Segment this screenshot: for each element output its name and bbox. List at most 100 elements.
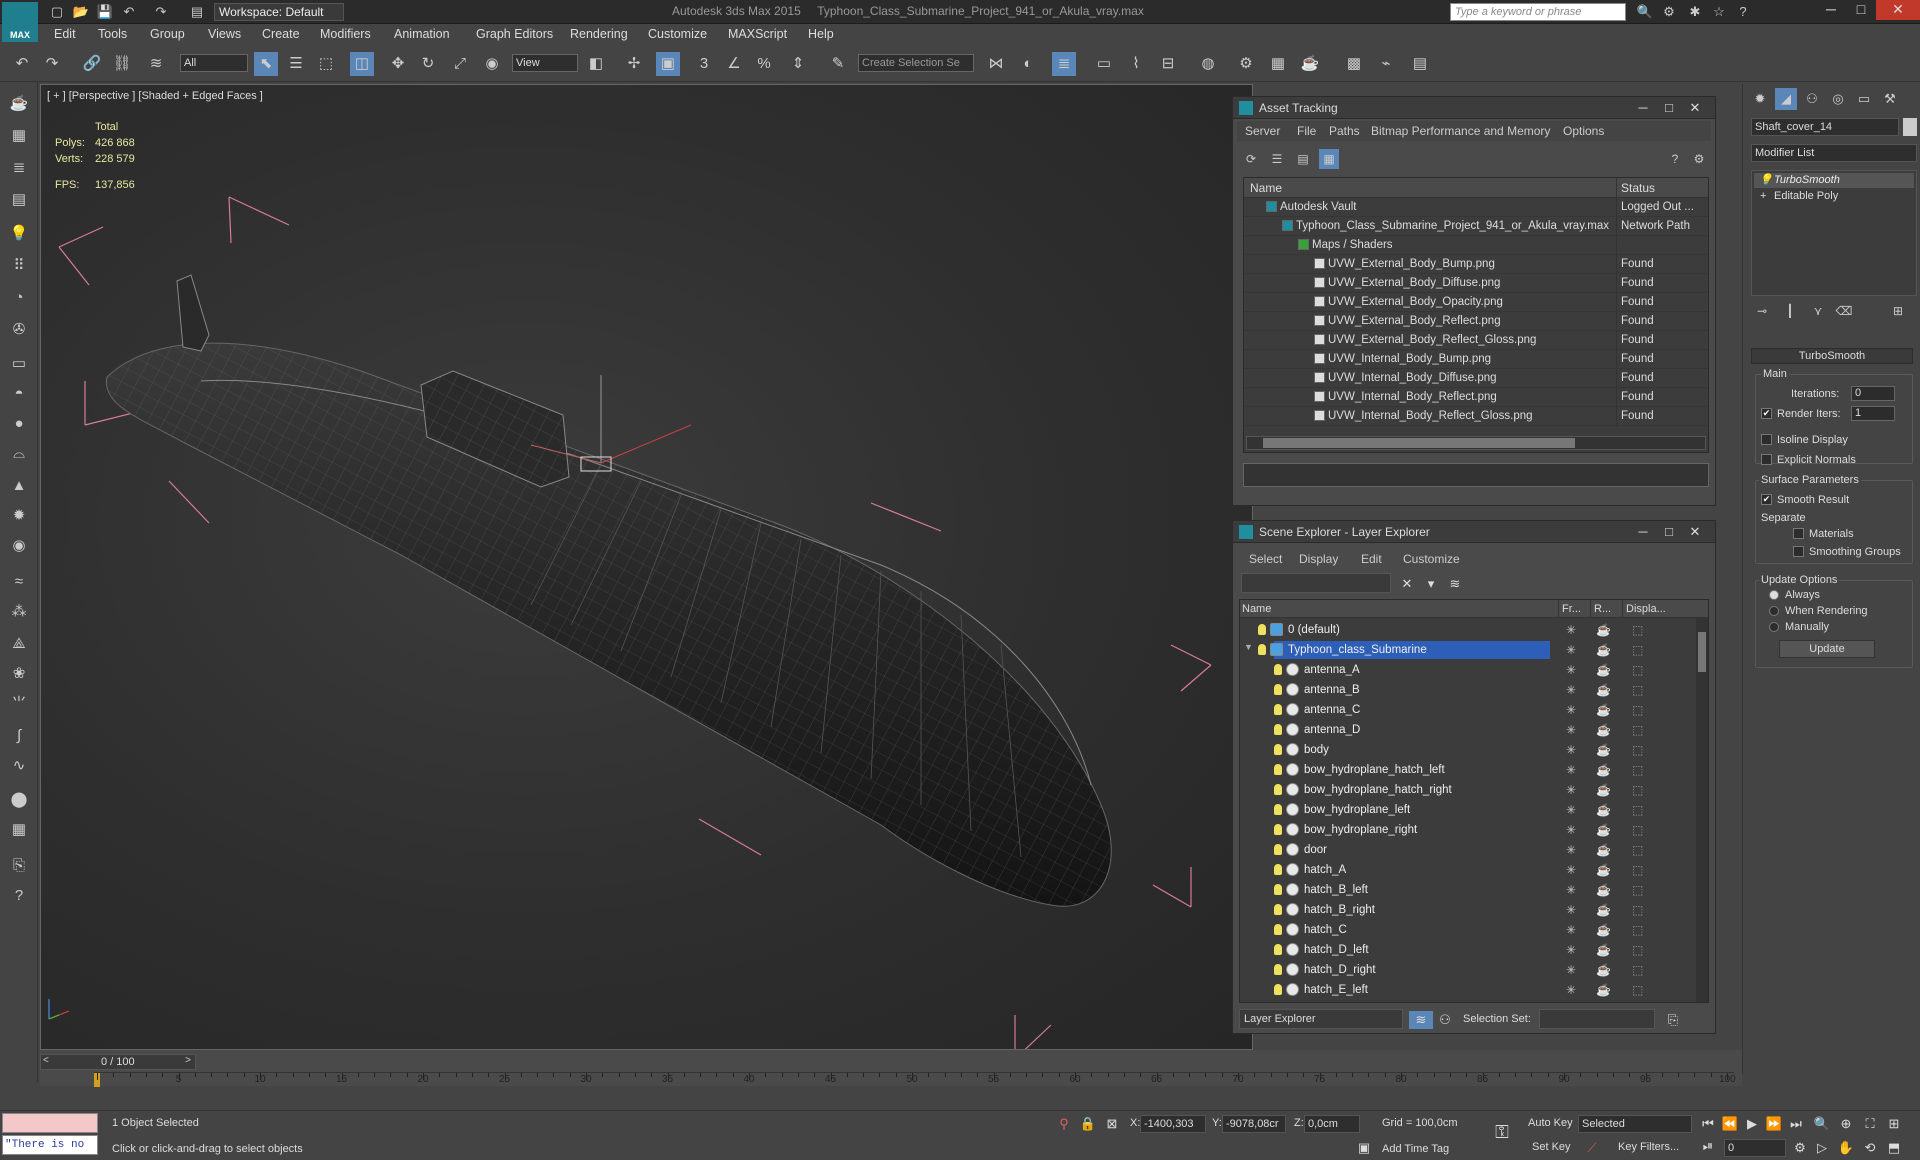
play-icon[interactable]: ▶ xyxy=(1740,1115,1764,1133)
manually-radio[interactable] xyxy=(1769,622,1779,632)
asset-row[interactable]: Typhoon_Class_Submarine_Project_941_or_A… xyxy=(1244,217,1708,236)
display-icon[interactable]: ⬚ xyxy=(1632,680,1643,700)
refresh-icon[interactable]: ⟳ xyxy=(1241,149,1261,169)
freeze-icon[interactable]: ✳ xyxy=(1566,860,1576,880)
move-icon[interactable]: ✥ xyxy=(386,52,410,76)
display-icon[interactable]: ⬚ xyxy=(1632,720,1643,740)
light-bulb-icon[interactable] xyxy=(1274,744,1282,755)
freeze-icon[interactable]: ✳ xyxy=(1566,940,1576,960)
freeze-icon[interactable]: ✳ xyxy=(1566,620,1576,640)
help-icon[interactable]: ? xyxy=(7,884,31,908)
layer-scroll-thumb[interactable] xyxy=(1698,632,1706,672)
time-tag-icon[interactable]: ▣ xyxy=(1352,1139,1376,1157)
help-icon[interactable]: ? xyxy=(1734,3,1752,21)
minimize-button[interactable]: ─ xyxy=(1816,0,1846,20)
asset-row[interactable]: UVW_External_Body_Opacity.png Found xyxy=(1244,293,1708,312)
window-crossing-icon[interactable]: ◫ xyxy=(350,52,374,76)
freeze-icon[interactable]: ✳ xyxy=(1566,640,1576,660)
light-bulb-icon[interactable] xyxy=(1274,844,1282,855)
object-row[interactable]: hatch_E_left ✳ ☕ ⬚ xyxy=(1240,980,1695,1000)
col-freeze[interactable]: Fr... xyxy=(1558,600,1581,618)
create-tab-icon[interactable]: ✹ xyxy=(1749,88,1771,110)
freeze-icon[interactable]: ✳ xyxy=(1566,920,1576,940)
vray-light-icon[interactable]: ⌁ xyxy=(1374,52,1398,76)
object-row[interactable]: bow_hydroplane_left ✳ ☕ ⬚ xyxy=(1240,800,1695,820)
track-bar[interactable]: 5 10 15 20 25 30 35 40 45 50 55 60 65 70 75 80 85 90 95 100 xyxy=(94,1072,1736,1087)
light-bulb-icon[interactable] xyxy=(1274,724,1282,735)
render-icon[interactable]: ☕ xyxy=(1596,760,1611,780)
smoothing-groups-checkbox[interactable] xyxy=(1793,546,1804,557)
maxscript-listener-pink[interactable] xyxy=(2,1113,98,1133)
next-frame-icon[interactable]: ⏩ xyxy=(1762,1115,1786,1133)
light-bulb-icon[interactable] xyxy=(1258,624,1266,635)
col-render[interactable]: R... xyxy=(1590,600,1611,618)
reference-coordinate-dropdown[interactable]: View xyxy=(512,54,578,72)
render-icon[interactable]: ☕ xyxy=(1596,980,1611,1000)
object-row[interactable]: body ✳ ☕ ⬚ xyxy=(1240,740,1695,760)
display-icon[interactable]: ⬚ xyxy=(1632,900,1643,920)
auto-key-button[interactable]: Auto Key xyxy=(1528,1117,1573,1129)
material-editor-icon[interactable]: ◍ xyxy=(1196,52,1220,76)
display-icon[interactable]: ⬚ xyxy=(1632,880,1643,900)
wave-icon[interactable]: ≈ xyxy=(7,570,31,594)
select-object-icon[interactable]: ⬉ xyxy=(254,52,278,76)
light-bulb-icon[interactable] xyxy=(1258,644,1266,655)
freeze-icon[interactable]: ✳ xyxy=(1566,700,1576,720)
bind-space-warp-icon[interactable]: ≋ xyxy=(144,52,168,76)
menu-views[interactable]: Views xyxy=(208,27,241,41)
asset-row[interactable]: UVW_Internal_Body_Reflect.png Found xyxy=(1244,388,1708,407)
light-bulb-icon[interactable] xyxy=(1274,764,1282,775)
scene-explorer-minimize[interactable]: ─ xyxy=(1631,523,1655,541)
go-to-start-icon[interactable]: ⏮ xyxy=(1696,1115,1720,1133)
render-icon[interactable]: ☕ xyxy=(1596,660,1611,680)
render-icon[interactable]: ☕ xyxy=(1596,960,1611,980)
maxscript-listener-white[interactable]: "There is no xyxy=(2,1135,98,1155)
menu-edit[interactable]: Edit xyxy=(54,27,76,41)
search-icon[interactable]: 🔍 xyxy=(1636,3,1654,21)
time-slider-prev[interactable]: < xyxy=(43,1055,49,1066)
layer-vertical-scrollbar[interactable] xyxy=(1696,618,1708,1002)
utilities-tab-icon[interactable]: ⚒ xyxy=(1879,88,1901,110)
menu-customize[interactable]: Customize xyxy=(648,27,707,41)
set-key-icon[interactable]: ⚿ xyxy=(1490,1123,1514,1141)
pin-stack-icon[interactable]: ⊸ xyxy=(1751,302,1773,320)
display-icon[interactable]: ⬚ xyxy=(1632,740,1643,760)
display-icon[interactable]: ⬚ xyxy=(1632,960,1643,980)
render-icon[interactable]: ☕ xyxy=(1596,680,1611,700)
object-row[interactable]: antenna_B ✳ ☕ ⬚ xyxy=(1240,680,1695,700)
object-row[interactable]: hatch_B_left ✳ ☕ ⬚ xyxy=(1240,880,1695,900)
select-manipulate-icon[interactable]: ✢ xyxy=(622,52,646,76)
light-bulb-icon[interactable] xyxy=(1274,784,1282,795)
default-in-out-icon[interactable]: ⟋ xyxy=(1580,1139,1604,1157)
new-file-icon[interactable]: ▢ xyxy=(48,3,66,21)
display-icon[interactable]: ⬚ xyxy=(1632,840,1643,860)
scale-icon[interactable]: ⤢ xyxy=(448,52,472,76)
freeze-icon[interactable]: ✳ xyxy=(1566,960,1576,980)
asset-menu-paths[interactable]: Paths xyxy=(1329,124,1360,138)
object-row[interactable]: antenna_A ✳ ☕ ⬚ xyxy=(1240,660,1695,680)
asset-row[interactable]: UVW_Internal_Body_Diffuse.png Found xyxy=(1244,369,1708,388)
perspective-viewport[interactable]: [ + ] [Perspective ] [Shaded + Edged Fac… xyxy=(40,84,1253,1050)
isolate-icon[interactable]: ⚲ xyxy=(1052,1115,1076,1133)
light-bulb-icon[interactable] xyxy=(1274,684,1282,695)
hair-icon[interactable]: ∫ xyxy=(7,724,31,748)
light-bulb-icon[interactable] xyxy=(1274,984,1282,995)
maximize-viewport-icon[interactable]: ⬒ xyxy=(1882,1139,1906,1157)
y-coordinate-field[interactable]: -9078,08cr xyxy=(1222,1115,1286,1133)
light-bulb-icon[interactable] xyxy=(1274,704,1282,715)
smooth-result-checkbox[interactable]: ✔ xyxy=(1761,494,1772,505)
configure-modifier-sets-icon[interactable]: ⊞ xyxy=(1887,302,1909,320)
sphere-icon[interactable]: ● xyxy=(7,412,31,436)
object-row[interactable]: bow_hydroplane_right ✳ ☕ ⬚ xyxy=(1240,820,1695,840)
light-bulb-icon[interactable] xyxy=(1274,904,1282,915)
menu-animation[interactable]: Animation xyxy=(394,27,450,41)
se-search-input[interactable] xyxy=(1241,573,1391,593)
menu-rendering[interactable]: Rendering xyxy=(570,27,628,41)
redo-icon[interactable]: ↷ xyxy=(40,52,64,76)
z-coordinate-field[interactable]: 0,0cm xyxy=(1304,1115,1360,1133)
undo-icon[interactable]: ↶ xyxy=(120,3,138,21)
iterations-spinner[interactable]: 0 xyxy=(1851,386,1895,401)
object-row[interactable]: hatch_C ✳ ☕ ⬚ xyxy=(1240,920,1695,940)
stack-item-turbosmooth[interactable]: 💡 TurboSmooth xyxy=(1754,173,1914,188)
layer-row[interactable]: Typhoon_class_Submarine ✳ ☕ ⬚ xyxy=(1240,640,1695,660)
